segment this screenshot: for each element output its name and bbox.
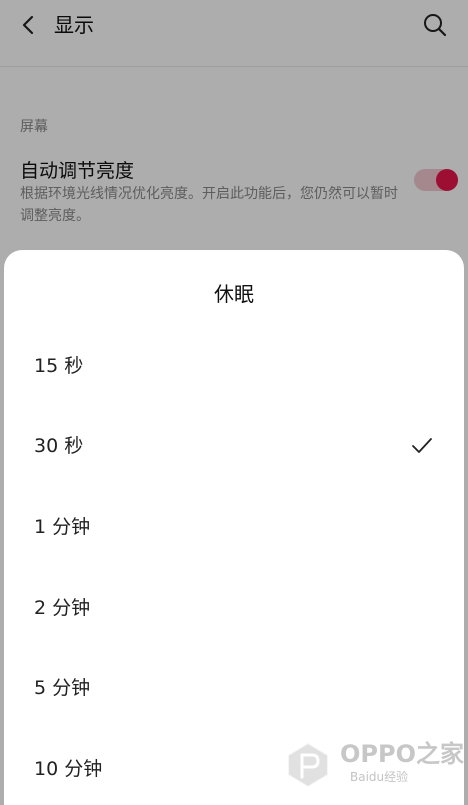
option-label: 10 分钟 [34,758,103,780]
option-2-minutes[interactable]: 2 分钟 [4,570,464,650]
checkmark-icon [412,438,432,453]
option-30-seconds[interactable]: 30 秒 [4,408,464,488]
sleep-bottom-sheet: 休眠 15 秒 30 秒 1 分钟 2 分钟 5 分钟 10 分钟 [4,250,464,805]
option-label: 1 分钟 [34,516,91,538]
oppo-home-logo-icon [287,741,329,789]
watermark: OPPO之家 Baidu经验 [286,735,466,795]
option-5-minutes[interactable]: 5 分钟 [4,650,464,730]
option-15-seconds[interactable]: 15 秒 [4,328,464,408]
watermark-subtext: Baidu经验 [350,770,409,784]
watermark-text: OPPO之家 [340,740,464,768]
option-label: 5 分钟 [34,677,91,699]
option-label: 2 分钟 [34,597,91,619]
option-label: 15 秒 [34,355,84,377]
option-1-minute[interactable]: 1 分钟 [4,489,464,569]
sheet-title: 休眠 [214,282,254,306]
option-label: 30 秒 [34,435,84,457]
